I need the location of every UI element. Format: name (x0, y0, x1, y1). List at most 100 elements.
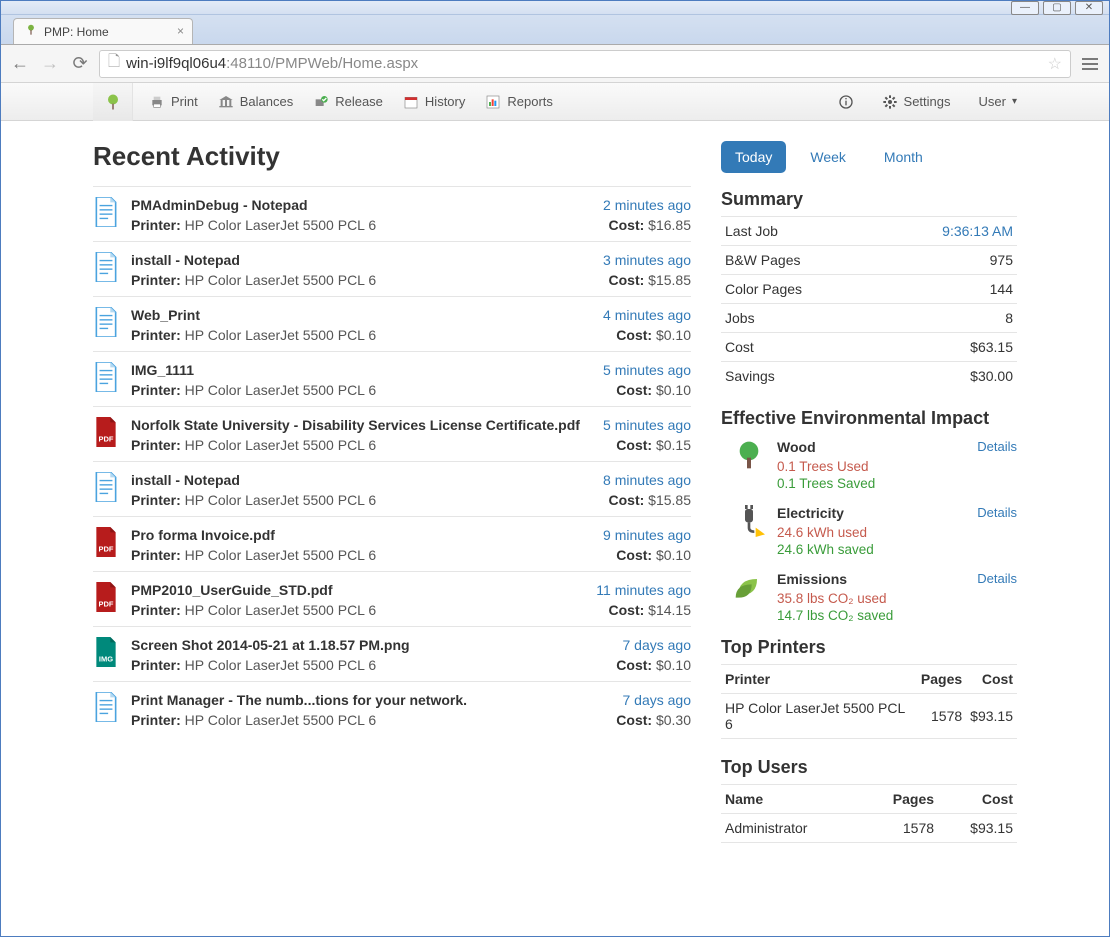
file-type-icon (93, 197, 121, 229)
env-electricity-details-link[interactable]: Details (977, 505, 1017, 521)
os-window: — ▢ ✕ PMP: Home × ← → ⟳ 🗋 win-i9lf9ql06u… (0, 0, 1110, 937)
summary-row: Cost$63.15 (721, 333, 1017, 362)
nav-user-label: User (979, 94, 1006, 109)
activity-item[interactable]: IMG Screen Shot 2014-05-21 at 1.18.57 PM.… (93, 626, 691, 681)
tree-icon (721, 439, 777, 491)
table-row: Administrator1578$93.15 (721, 814, 1017, 843)
browser-tabstrip: PMP: Home × (1, 15, 1109, 45)
activity-title: Print Manager - The numb...tions for you… (131, 692, 467, 708)
summary-label: Color Pages (721, 275, 875, 304)
file-type-icon (93, 472, 121, 504)
activity-item[interactable]: Web_Print4 minutes agoPrinter: HP Color … (93, 296, 691, 351)
browser-address-bar[interactable]: 🗋 win-i9lf9ql06u4:48110/PMPWeb/Home.aspx… (99, 50, 1071, 78)
env-electricity-saved: 24.6 kWh saved (777, 542, 1017, 557)
activity-item[interactable]: PMAdminDebug - Notepad2 minutes agoPrint… (93, 186, 691, 241)
activity-list: PMAdminDebug - Notepad2 minutes agoPrint… (93, 186, 691, 736)
svg-text:PDF: PDF (99, 545, 114, 554)
window-close-button[interactable]: ✕ (1075, 1, 1103, 15)
app-body: Recent Activity PMAdminDebug - Notepad2 … (1, 121, 1109, 936)
env-emissions-used: 35.8 lbs CO₂ used (777, 591, 1017, 606)
browser-tab[interactable]: PMP: Home × (13, 18, 193, 44)
window-maximize-button[interactable]: ▢ (1043, 1, 1071, 15)
nav-history[interactable]: History (403, 94, 465, 110)
nav-print[interactable]: Print (149, 94, 198, 110)
activity-time: 7 days ago (623, 692, 692, 708)
env-wood-details-link[interactable]: Details (977, 439, 1017, 455)
nav-reports[interactable]: Reports (485, 94, 553, 110)
bookmark-star-icon[interactable]: ☆ (1048, 54, 1062, 74)
activity-item[interactable]: Print Manager - The numb...tions for you… (93, 681, 691, 736)
file-type-icon: PDF (93, 417, 121, 449)
activity-cost: Cost: $0.10 (616, 382, 691, 398)
activity-item[interactable]: PDFPMP2010_UserGuide_STD.pdf11 minutes a… (93, 571, 691, 626)
summary-row: Last Job9:36:13 AM (721, 217, 1017, 246)
cell-pages: 1578 (917, 694, 966, 739)
activity-printer: Printer: HP Color LaserJet 5500 PCL 6 (131, 547, 376, 563)
nav-reports-label: Reports (507, 94, 553, 109)
calendar-icon (403, 94, 419, 110)
activity-time: 7 days ago (623, 637, 692, 653)
summary-value: $30.00 (970, 368, 1013, 384)
file-type-icon: IMG (93, 637, 121, 669)
summary-row: Color Pages 144 (721, 275, 1017, 304)
env-impact-title: Effective Environmental Impact (721, 408, 1017, 429)
gear-icon (882, 94, 898, 110)
summary-value: 975 (990, 252, 1013, 268)
tab-close-icon[interactable]: × (177, 24, 184, 38)
brand-logo[interactable] (93, 83, 133, 121)
info-icon (838, 94, 854, 110)
activity-time: 11 minutes ago (596, 582, 691, 598)
leaf-icon (721, 571, 777, 623)
activity-cost: Cost: $15.85 (609, 492, 692, 508)
svg-text:PDF: PDF (99, 435, 114, 444)
browser-forward-button[interactable]: → (39, 53, 61, 75)
summary-value[interactable]: 9:36:13 AM (942, 223, 1013, 239)
summary-label: Cost (721, 333, 875, 362)
top-printers-table: Printer Pages Cost HP Color LaserJet 550… (721, 664, 1017, 739)
activity-item[interactable]: PDFPro forma Invoice.pdf9 minutes agoPri… (93, 516, 691, 571)
nav-settings[interactable]: Settings (882, 94, 951, 110)
nav-release-label: Release (335, 94, 383, 109)
cell-cost: $93.15 (938, 814, 1017, 843)
activity-cost: Cost: $0.30 (616, 712, 691, 728)
activity-title: Norfolk State University - Disability Se… (131, 417, 580, 433)
activity-item[interactable]: install - Notepad3 minutes agoPrinter: H… (93, 241, 691, 296)
nav-user-menu[interactable]: User ▾ (979, 94, 1017, 109)
tab-month[interactable]: Month (870, 141, 937, 173)
activity-title: Screen Shot 2014-05-21 at 1.18.57 PM.png (131, 637, 410, 653)
activity-printer: Printer: HP Color LaserJet 5500 PCL 6 (131, 657, 376, 673)
browser-menu-button[interactable] (1079, 53, 1101, 75)
activity-cost: Cost: $0.10 (616, 547, 691, 563)
summary-title: Summary (721, 189, 1017, 210)
env-wood: WoodDetails 0.1 Trees Used 0.1 Trees Sav… (721, 439, 1017, 491)
tab-today[interactable]: Today (721, 141, 786, 173)
th-cost: Cost (938, 785, 1017, 814)
main-column: Recent Activity PMAdminDebug - Notepad2 … (93, 141, 691, 896)
app-navbar: Print Balances Release History Reports (1, 83, 1109, 121)
tab-week[interactable]: Week (796, 141, 860, 173)
activity-item[interactable]: PDF Norfolk State University - Disability… (93, 406, 691, 461)
activity-item[interactable]: IMG_11115 minutes agoPrinter: HP Color L… (93, 351, 691, 406)
summary-value: 144 (990, 281, 1013, 297)
nav-info[interactable] (838, 94, 854, 110)
activity-time: 8 minutes ago (603, 472, 691, 488)
activity-title: Pro forma Invoice.pdf (131, 527, 275, 543)
page-icon: 🗋 (108, 51, 120, 76)
cell-cost: $93.15 (966, 694, 1017, 739)
nav-release[interactable]: Release (313, 94, 383, 110)
top-users-table: Name Pages Cost Administrator1578$93.15 (721, 784, 1017, 843)
window-minimize-button[interactable]: — (1011, 1, 1039, 15)
svg-text:PDF: PDF (99, 600, 114, 609)
env-emissions-details-link[interactable]: Details (977, 571, 1017, 587)
activity-cost: Cost: $16.85 (609, 217, 692, 233)
browser-reload-button[interactable]: ⟳ (69, 53, 91, 75)
nav-balances[interactable]: Balances (218, 94, 293, 110)
activity-printer: Printer: HP Color LaserJet 5500 PCL 6 (131, 382, 376, 398)
browser-back-button[interactable]: ← (9, 53, 31, 75)
activity-cost: Cost: $0.10 (616, 657, 691, 673)
summary-label: B&W Pages (721, 246, 875, 275)
nav-settings-label: Settings (904, 94, 951, 109)
activity-printer: Printer: HP Color LaserJet 5500 PCL 6 (131, 272, 376, 288)
activity-item[interactable]: install - Notepad8 minutes agoPrinter: H… (93, 461, 691, 516)
file-type-icon (93, 307, 121, 339)
